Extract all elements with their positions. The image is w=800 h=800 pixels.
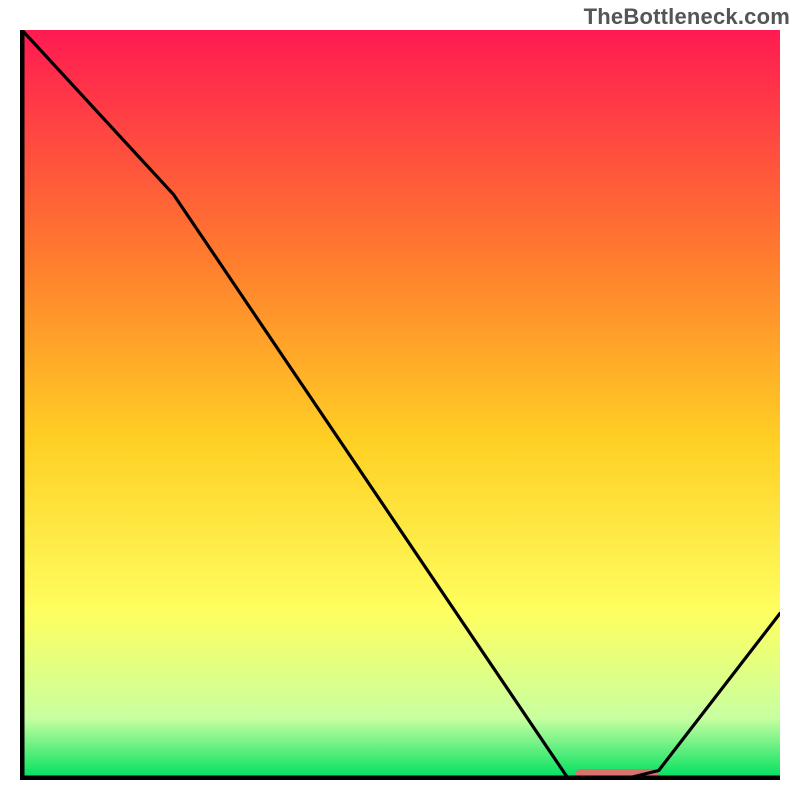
gradient-background [22, 30, 780, 778]
chart-container: TheBottleneck.com [0, 0, 800, 800]
watermark-text: TheBottleneck.com [584, 4, 790, 30]
plot-area [20, 30, 780, 780]
chart-svg [20, 30, 780, 780]
